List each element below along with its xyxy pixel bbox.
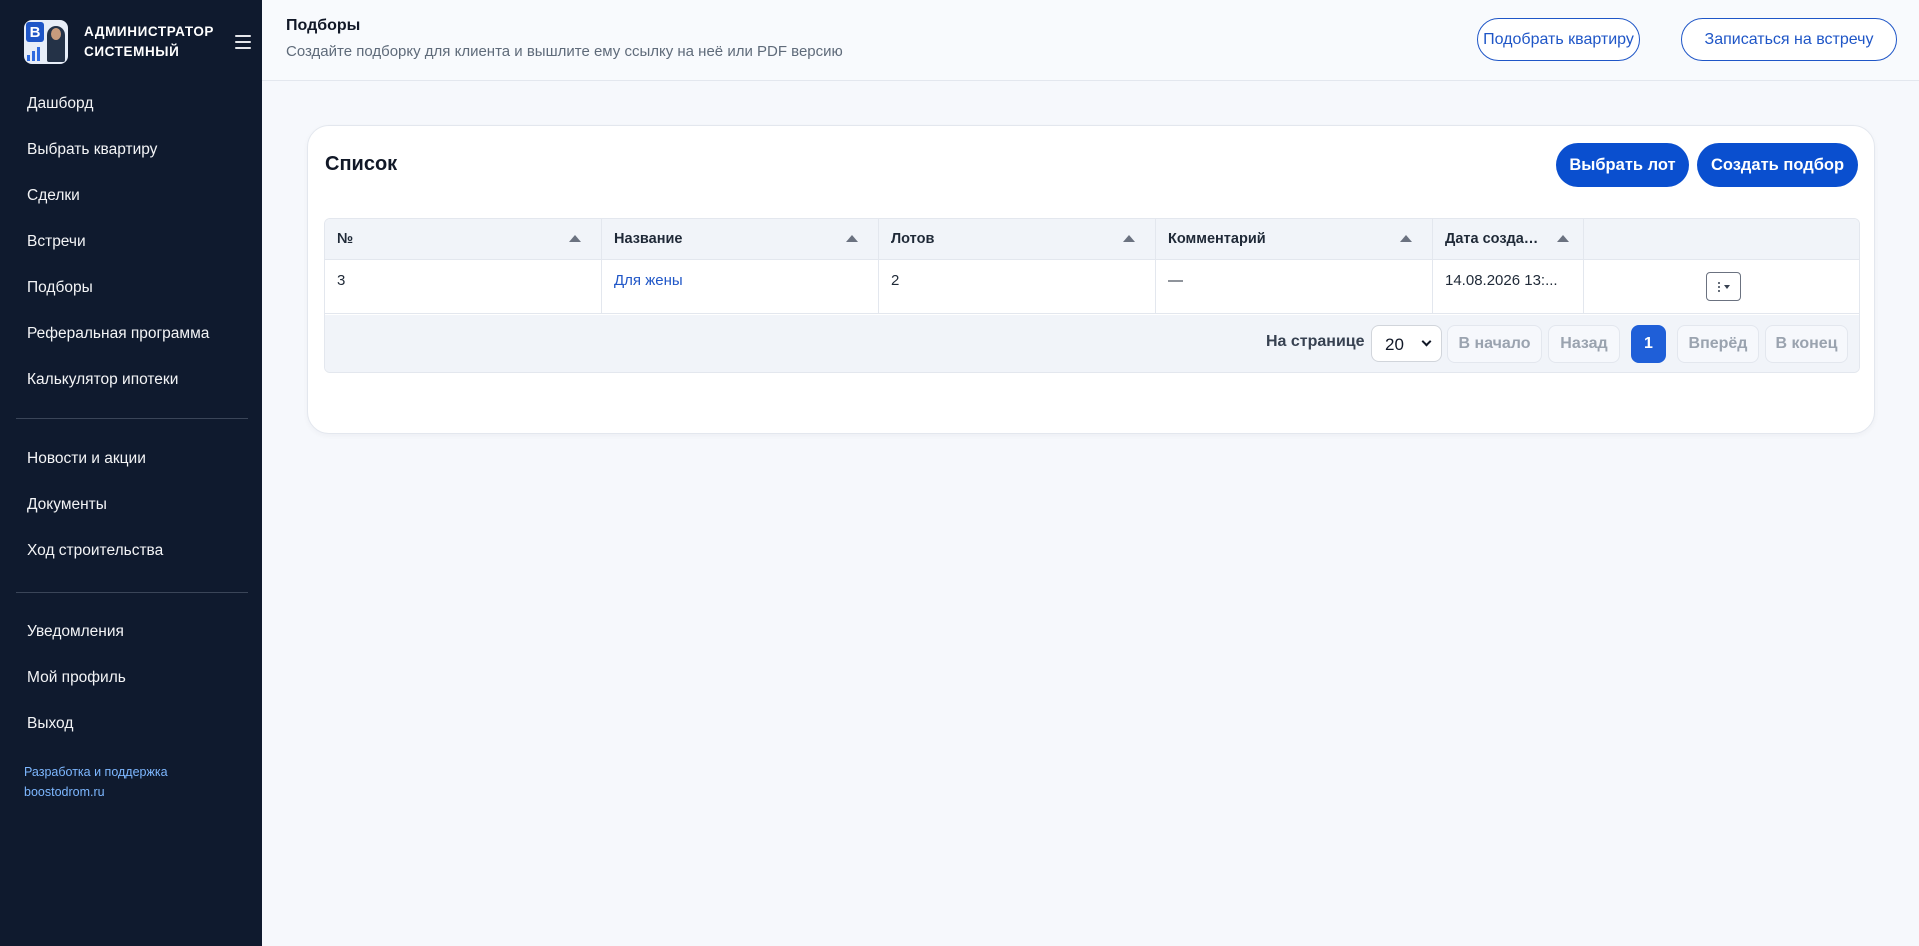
cell-comment: — [1156,260,1433,313]
sidebar-item-news[interactable]: Новости и акции [0,436,262,482]
column-label: Дата создания [1445,231,1545,247]
brand: B Администратор системный [24,20,214,64]
per-page-select[interactable]: 20 [1371,325,1442,362]
sidebar-item-meetings[interactable]: Встречи [0,219,262,265]
card-title: Список [325,153,398,175]
page-subtitle: Создайте подборку для клиента и вышлите … [286,43,843,60]
sort-arrow-icon[interactable] [1123,235,1135,242]
table-row: 3 Для жены 2 — 14.08.2026 13:... [325,260,1859,314]
column-header-name[interactable]: Название [602,219,879,259]
column-label: № [337,231,354,247]
per-page-value: 20 [1385,335,1404,354]
avatar: B [24,20,68,64]
user-name-line2: системный [84,44,180,59]
sidebar-item-selections[interactable]: Подборы [0,265,262,311]
selections-card: Список Выбрать лот Создать подбор № Назв… [307,125,1875,434]
credits-line: Разработка и поддержка [24,765,168,779]
sidebar-item-mortgage-calculator[interactable]: Калькулятор ипотеки [0,357,262,403]
sidebar-item-notifications[interactable]: Уведомления [0,609,262,655]
sidebar-divider [16,418,248,419]
choose-lot-button[interactable]: Выбрать лот [1556,143,1689,187]
page-next-button[interactable]: Вперёд [1677,325,1759,363]
page-title: Подборы [286,17,361,34]
row-number: 3 [337,272,346,289]
cell-lots: 2 [879,260,1156,313]
sidebar-item-documents[interactable]: Документы [0,482,262,528]
selection-name-link[interactable]: Для жены [614,272,683,289]
user-name-line1: Администратор [84,24,215,39]
developer-credits[interactable]: Разработка и поддержка boostodrom.ru [24,762,168,802]
sidebar-item-referral[interactable]: Реферальная программа [0,311,262,357]
sidebar-item-deals[interactable]: Сделки [0,173,262,219]
row-actions-menu-button[interactable] [1706,272,1741,301]
column-header-number[interactable]: № [325,219,602,259]
sidebar-item-profile[interactable]: Мой профиль [0,655,262,701]
per-page-label: На странице [1266,333,1365,350]
chart-bars-icon [27,47,40,61]
page-last-button[interactable]: В конец [1765,325,1848,363]
kebab-menu-icon [1717,281,1720,292]
create-selection-button[interactable]: Создать подбор [1697,143,1858,187]
cell-date: 14.08.2026 13:... [1433,260,1584,313]
page-header: Подборы Создайте подборку для клиента и … [262,0,1919,81]
comment-value: — [1168,272,1183,289]
sidebar-item-logout[interactable]: Выход [0,701,262,747]
cell-actions [1584,260,1859,313]
column-header-lots[interactable]: Лотов [879,219,1156,259]
column-header-actions [1584,219,1859,259]
page-first-button[interactable]: В начало [1447,325,1542,363]
pagination: На странице 20 В начало Назад 1 Вперёд В… [325,315,1859,372]
brand-logo-icon: B [26,22,44,42]
menu-toggle-icon[interactable] [235,35,251,49]
created-date: 14.08.2026 13:... [1445,272,1558,289]
column-header-date[interactable]: Дата создания [1433,219,1584,259]
column-header-comment[interactable]: Комментарий [1156,219,1433,259]
credits-link[interactable]: boostodrom.ru [24,782,168,802]
user-face [51,28,61,40]
sidebar: B Администратор системный Дашборд Выбрат… [0,0,262,946]
table-header: № Название Лотов Комментарий Дата создан… [325,219,1859,260]
page-prev-button[interactable]: Назад [1548,325,1620,363]
sidebar-divider [16,592,248,593]
cell-name: Для жены [602,260,879,313]
book-meeting-button[interactable]: Записаться на встречу [1681,18,1897,61]
selections-table: № Название Лотов Комментарий Дата создан… [324,218,1860,373]
sort-arrow-icon[interactable] [1400,235,1412,242]
sidebar-item-construction[interactable]: Ход строительства [0,528,262,574]
chevron-down-icon [1421,336,1432,347]
sidebar-item-choose-apartment[interactable]: Выбрать квартиру [0,127,262,173]
lots-count: 2 [891,272,900,289]
sort-arrow-icon[interactable] [1557,235,1569,242]
sidebar-item-dashboard[interactable]: Дашборд [0,81,262,127]
sidebar-nav-info: Новости и акции Документы Ход строительс… [0,436,262,574]
sort-arrow-icon[interactable] [569,235,581,242]
user-name: Администратор системный [84,22,214,62]
cell-number: 3 [325,260,602,313]
column-label: Комментарий [1168,231,1266,247]
sort-arrow-icon[interactable] [846,235,858,242]
column-label: Лотов [891,231,935,247]
caret-down-icon [1723,284,1730,289]
sidebar-nav-main: Дашборд Выбрать квартиру Сделки Встречи … [0,81,262,403]
sidebar-nav-account: Уведомления Мой профиль Выход [0,609,262,747]
column-label: Название [614,231,683,247]
page-current-button[interactable]: 1 [1631,325,1666,363]
pick-apartment-button[interactable]: Подобрать квартиру [1477,18,1640,61]
